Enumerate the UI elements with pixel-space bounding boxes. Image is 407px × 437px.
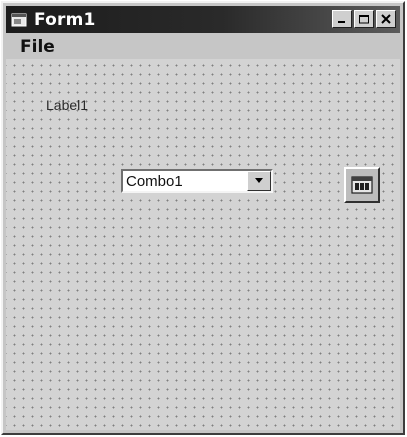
- menu-bar: File: [6, 35, 400, 59]
- minimize-icon: [338, 21, 345, 23]
- label-control[interactable]: Label1: [46, 97, 88, 113]
- timer-control[interactable]: [344, 167, 380, 203]
- window-title: Form1: [34, 9, 96, 30]
- maximize-icon: [359, 15, 369, 24]
- chevron-down-icon: [255, 178, 263, 183]
- form-icon[interactable]: [11, 12, 27, 28]
- window-controls: [332, 10, 396, 28]
- title-bar[interactable]: Form1: [6, 6, 400, 33]
- menu-item-file[interactable]: File: [20, 37, 55, 57]
- close-button[interactable]: [376, 10, 396, 28]
- form-window: Form1 File Label1 Combo1: [1, 1, 405, 435]
- combo-box[interactable]: Combo1: [121, 169, 273, 193]
- maximize-button[interactable]: [354, 10, 374, 28]
- combo-dropdown-button[interactable]: [247, 171, 271, 191]
- minimize-button[interactable]: [332, 10, 352, 28]
- combo-value: Combo1: [126, 173, 183, 190]
- timer-control-icon: [351, 176, 373, 194]
- close-icon: [381, 14, 391, 24]
- form-design-surface[interactable]: Label1 Combo1: [6, 59, 400, 430]
